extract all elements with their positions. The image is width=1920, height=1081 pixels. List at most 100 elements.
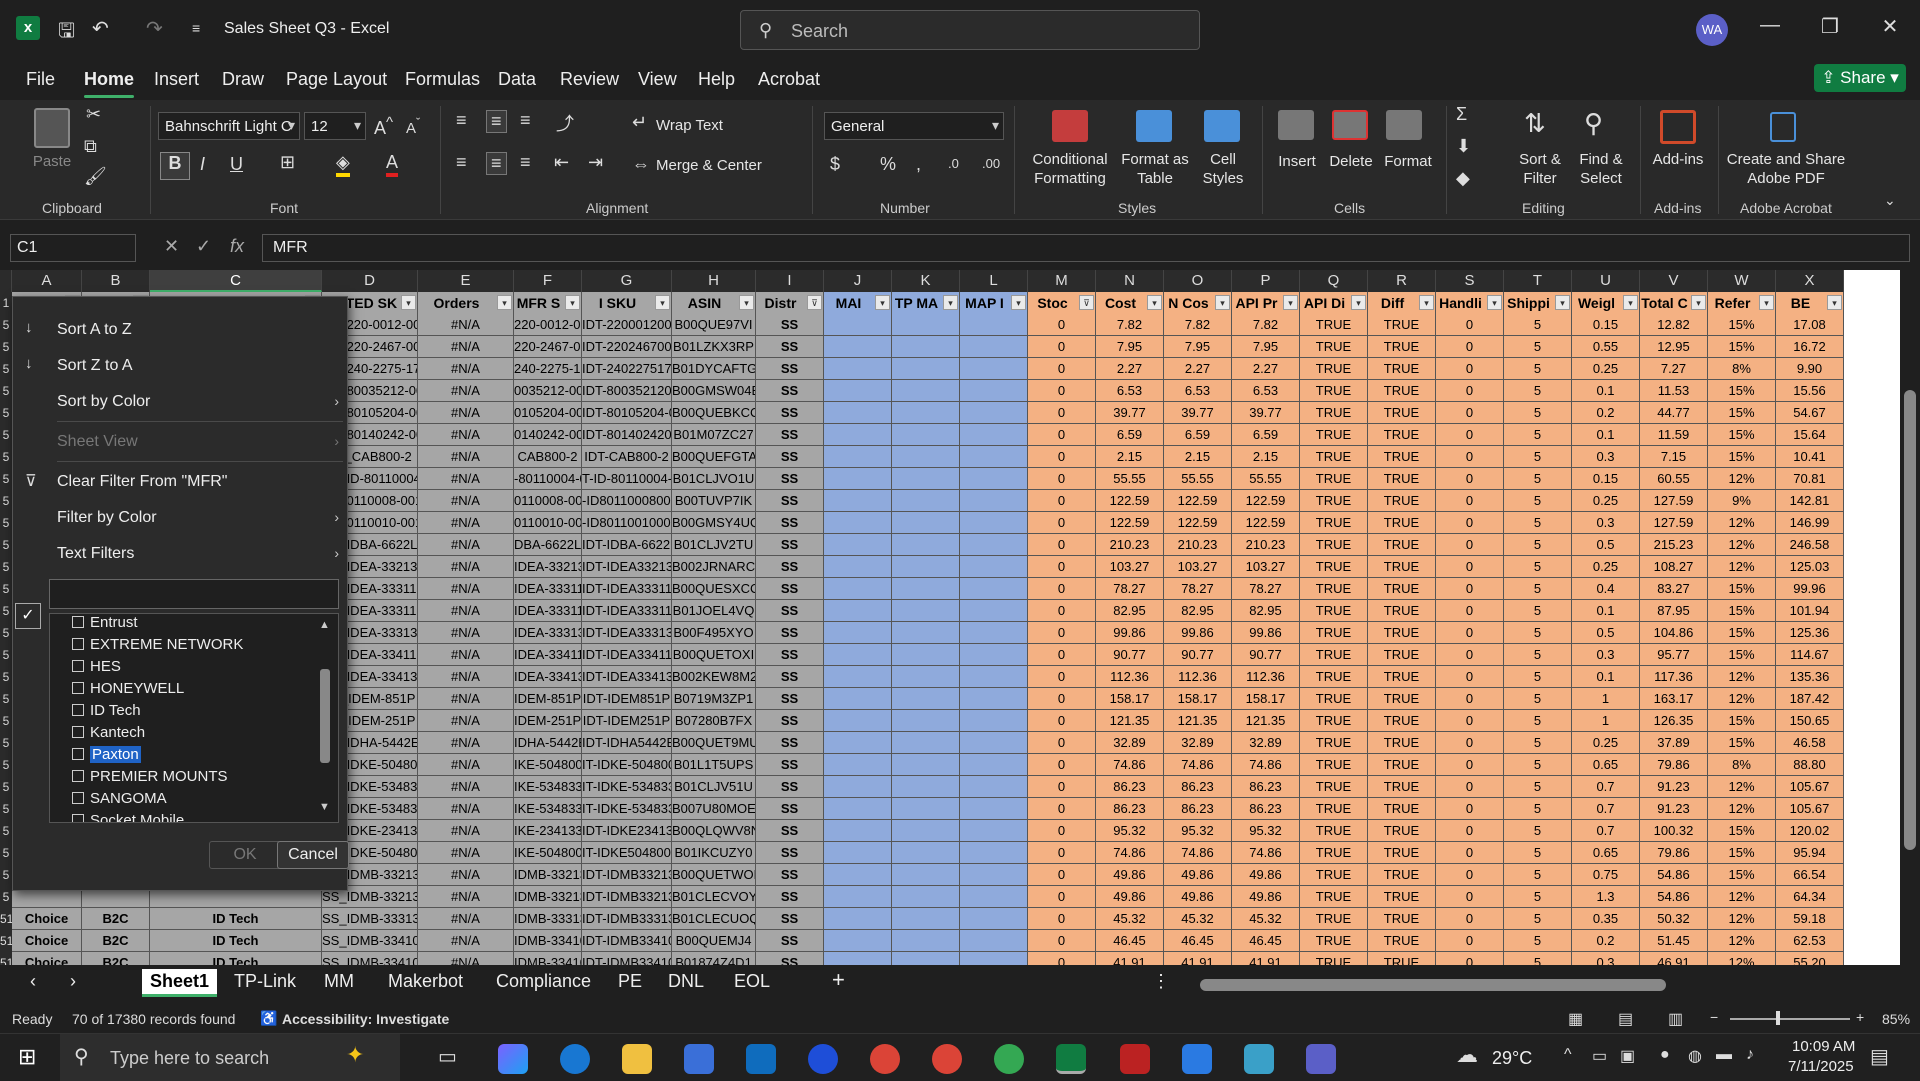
filter-list-scrollbar[interactable]: ▲ ▼ <box>317 619 333 815</box>
table-cell[interactable] <box>960 688 1028 710</box>
table-cell[interactable]: -ID80110010001 <box>582 512 672 534</box>
tab-acrobat[interactable]: Acrobat <box>758 69 820 90</box>
table-cell[interactable]: 46.45 <box>1164 930 1232 952</box>
table-cell[interactable]: 0.25 <box>1572 490 1640 512</box>
table-cell[interactable]: 5 <box>1504 688 1572 710</box>
table-cell[interactable]: IKE-234133E <box>514 820 582 842</box>
table-cell[interactable]: B007U80MOE <box>672 798 756 820</box>
row-header[interactable]: 5 <box>0 512 12 534</box>
table-cell[interactable]: 79.86 <box>1640 754 1708 776</box>
table-cell[interactable]: 12% <box>1708 930 1776 952</box>
table-cell[interactable] <box>892 402 960 424</box>
table-cell[interactable]: SS <box>756 622 824 644</box>
table-cell[interactable]: 74.86 <box>1164 842 1232 864</box>
table-cell[interactable]: 39.77 <box>1232 402 1300 424</box>
table-cell[interactable]: TRUE <box>1368 556 1436 578</box>
table-cell[interactable] <box>892 732 960 754</box>
table-cell[interactable]: 5 <box>1504 732 1572 754</box>
orientation-icon[interactable]: ⤴ <box>556 110 574 136</box>
table-cell[interactable]: 49.86 <box>1096 886 1164 908</box>
table-cell[interactable]: IKE-504800A <box>514 754 582 776</box>
table-cell[interactable] <box>824 424 892 446</box>
table-cell[interactable]: IDMB-332133 <box>514 864 582 886</box>
table-cell[interactable]: #N/A <box>418 336 514 358</box>
table-cell[interactable]: 0 <box>1028 666 1096 688</box>
table-cell[interactable]: 44.77 <box>1640 402 1708 424</box>
row-header[interactable]: 5 <box>0 732 12 754</box>
table-cell[interactable]: 0 <box>1028 710 1096 732</box>
table-cell[interactable] <box>824 820 892 842</box>
table-cell[interactable]: TRUE <box>1300 468 1368 490</box>
table-cell[interactable]: SS <box>756 908 824 930</box>
table-cell[interactable]: SS <box>756 402 824 424</box>
currency-icon[interactable]: $ <box>830 154 840 175</box>
table-cell[interactable]: TRUE <box>1368 666 1436 688</box>
table-cell[interactable]: TRUE <box>1300 446 1368 468</box>
table-cell[interactable]: 74.86 <box>1096 754 1164 776</box>
table-cell[interactable]: 101.94 <box>1776 600 1844 622</box>
table-cell[interactable]: 66.54 <box>1776 864 1844 886</box>
table-cell[interactable]: 15% <box>1708 622 1776 644</box>
table-cell[interactable]: 46.45 <box>1232 930 1300 952</box>
sort-a-to-z[interactable]: Sort A to Z <box>57 321 132 339</box>
table-cell[interactable]: TRUE <box>1300 886 1368 908</box>
table-cell[interactable]: #N/A <box>418 732 514 754</box>
table-cell[interactable]: 0.55 <box>1572 336 1640 358</box>
table-cell[interactable]: 90.77 <box>1164 644 1232 666</box>
table-cell[interactable]: 91.23 <box>1640 798 1708 820</box>
table-cell[interactable]: 54.86 <box>1640 886 1708 908</box>
row-header[interactable]: 5 <box>0 578 12 600</box>
table-cell[interactable]: 78.27 <box>1164 578 1232 600</box>
table-cell[interactable]: 2.15 <box>1096 446 1164 468</box>
table-cell[interactable]: 187.42 <box>1776 688 1844 710</box>
table-cell[interactable]: #N/A <box>418 578 514 600</box>
table-cell[interactable]: TRUE <box>1300 556 1368 578</box>
table-cell[interactable]: 15% <box>1708 842 1776 864</box>
table-cell[interactable]: 0.3 <box>1572 644 1640 666</box>
select-all-checkbox[interactable]: ✓ <box>15 603 41 629</box>
table-cell[interactable]: 0.1 <box>1572 380 1640 402</box>
table-cell[interactable]: 104.86 <box>1640 622 1708 644</box>
insert-cells-icon[interactable] <box>1278 110 1314 140</box>
fill-color-icon[interactable]: ◈ <box>336 152 350 177</box>
table-cell[interactable]: 5 <box>1504 908 1572 930</box>
table-cell[interactable]: IDT-IDEA334112 <box>582 644 672 666</box>
table-cell[interactable] <box>892 600 960 622</box>
list-item[interactable]: Entrust <box>72 614 138 631</box>
table-cell[interactable]: 0.2 <box>1572 402 1640 424</box>
column-header-q[interactable]: Q <box>1300 270 1368 292</box>
table-cell[interactable] <box>824 864 892 886</box>
table-cell[interactable] <box>824 446 892 468</box>
decrease-indent-icon[interactable]: ⇤ <box>554 152 569 173</box>
sheet-tab-mm[interactable]: MM <box>324 971 354 992</box>
table-cell[interactable]: 49.86 <box>1164 886 1232 908</box>
zoom-slider[interactable] <box>1730 1018 1850 1020</box>
table-cell[interactable]: 6.59 <box>1232 424 1300 446</box>
table-cell[interactable]: TRUE <box>1300 358 1368 380</box>
table-cell[interactable]: ID Tech <box>150 908 322 930</box>
table-cell[interactable]: 5 <box>1504 842 1572 864</box>
table-cell[interactable] <box>960 534 1028 556</box>
column-header-e[interactable]: E <box>418 270 514 292</box>
table-cell[interactable]: 0.5 <box>1572 622 1640 644</box>
table-cell[interactable]: 32.89 <box>1096 732 1164 754</box>
table-cell[interactable]: 220-0012-00 <box>514 314 582 336</box>
table-cell[interactable]: 95.77 <box>1640 644 1708 666</box>
row-header[interactable]: 5 <box>0 380 12 402</box>
table-cell[interactable]: TRUE <box>1368 490 1436 512</box>
table-cell[interactable]: IDT-IDBA-6622LR <box>582 534 672 556</box>
text-filters[interactable]: Text Filters <box>57 545 134 563</box>
table-cell[interactable]: IDT-IDEM851P <box>582 688 672 710</box>
clock-time[interactable]: 10:09 AM <box>1792 1038 1855 1055</box>
tab-page-layout[interactable]: Page Layout <box>286 69 387 90</box>
table-cell[interactable]: B01JOEL4VQ <box>672 600 756 622</box>
table-cell[interactable]: B00QUEBKCC <box>672 402 756 424</box>
column-header-k[interactable]: K <box>892 270 960 292</box>
table-cell[interactable]: 7.95 <box>1232 336 1300 358</box>
table-cell[interactable]: 5 <box>1504 314 1572 336</box>
table-cell[interactable]: 5 <box>1504 864 1572 886</box>
table-cell[interactable] <box>892 886 960 908</box>
tab-insert[interactable]: Insert <box>154 69 199 90</box>
table-cell[interactable] <box>960 380 1028 402</box>
table-cell[interactable]: 0.4 <box>1572 578 1640 600</box>
